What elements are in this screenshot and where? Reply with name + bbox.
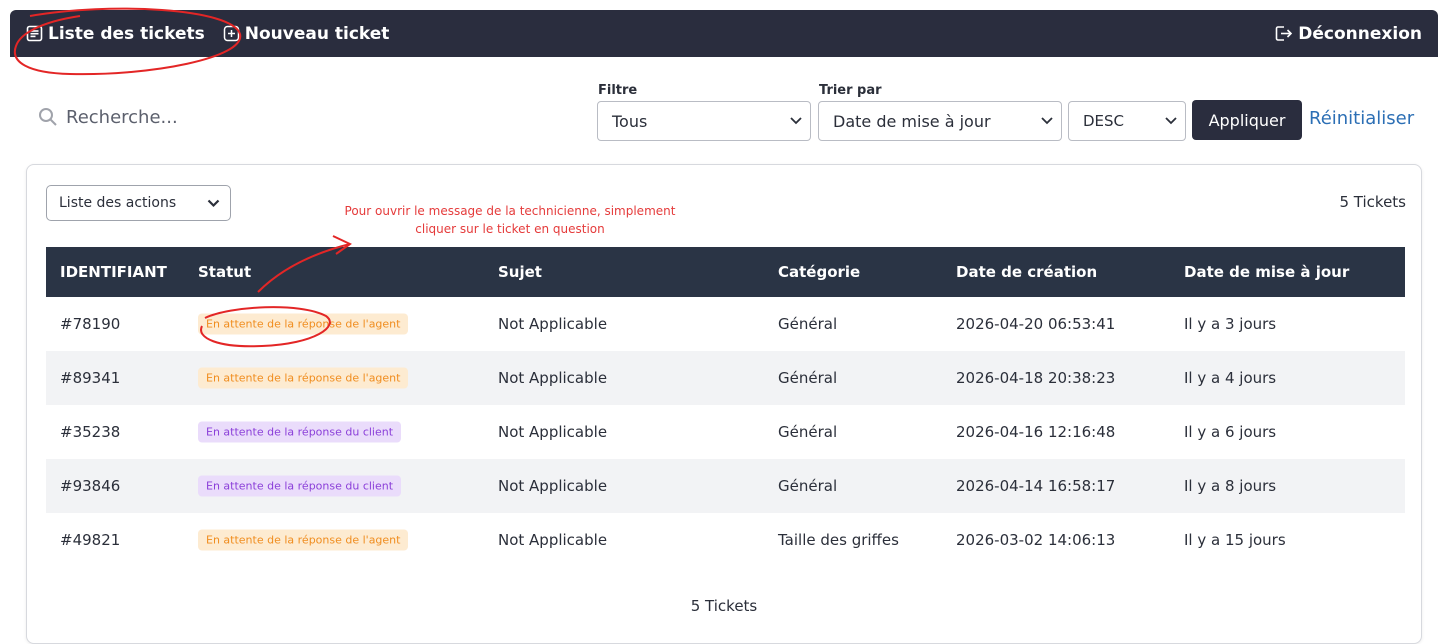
annotation-text: Pour ouvrir le message de la technicienn… [310, 202, 710, 238]
ticket-category: Général [778, 423, 838, 441]
table-row[interactable]: #89341 En attente de la réponse de l'age… [46, 351, 1405, 405]
annotation-line-1: Pour ouvrir le message de la technicienn… [344, 204, 676, 218]
ticket-updated: Il y a 6 jours [1184, 423, 1277, 441]
table-row[interactable]: #35238 En attente de la réponse du clien… [46, 405, 1405, 459]
ticket-category: Général [778, 477, 838, 495]
ticket-updated: Il y a 15 jours [1184, 531, 1286, 549]
reset-link[interactable]: Réinitialiser [1309, 108, 1414, 129]
search-input[interactable] [66, 106, 426, 128]
sort-select[interactable]: Date de mise à jour [818, 101, 1062, 141]
order-select-value: DESC [1083, 112, 1125, 130]
ticket-subject: Not Applicable [498, 369, 608, 387]
logout-label: Déconnexion [1298, 23, 1422, 44]
ticket-count-bottom: 5 Tickets [690, 597, 758, 615]
apply-button[interactable]: Appliquer [1192, 100, 1302, 140]
chevron-down-icon [207, 199, 220, 207]
top-nav-bar: Liste des tickets Nouveau ticket Déconne… [10, 10, 1438, 57]
ticket-category: Taille des griffes [778, 531, 899, 549]
ticket-count-top: 5 Tickets [1339, 193, 1406, 211]
filter-select-value: Tous [612, 111, 648, 131]
actions-select[interactable]: Liste des actions [46, 185, 231, 221]
ticket-updated: Il y a 8 jours [1184, 477, 1277, 495]
sort-label: Trier par [819, 83, 882, 98]
table-row[interactable]: #93846 En attente de la réponse du clien… [46, 459, 1405, 513]
logout-button[interactable]: Déconnexion [1275, 24, 1422, 44]
ticket-created: 2026-04-14 16:58:17 [956, 477, 1116, 495]
status-badge: En attente de la réponse de l'agent [198, 313, 409, 335]
chevron-down-icon [1041, 117, 1053, 125]
ticket-subject: Not Applicable [498, 477, 608, 495]
search-box [38, 100, 438, 134]
col-header-updated: Date de mise à jour [1184, 263, 1350, 281]
status-badge: En attente de la réponse de l'agent [198, 529, 409, 551]
plus-square-icon [223, 25, 239, 42]
nav-new-ticket-label: Nouveau ticket [244, 23, 390, 44]
nav-tickets-list[interactable]: Liste des tickets [26, 24, 205, 44]
search-icon [39, 108, 57, 126]
nav-tickets-list-label: Liste des tickets [48, 23, 205, 44]
filter-select[interactable]: Tous [597, 101, 811, 141]
col-header-subject: Sujet [498, 263, 542, 281]
chevron-down-icon [790, 117, 802, 125]
ticket-created: 2026-04-18 20:38:23 [956, 369, 1116, 387]
ticket-subject: Not Applicable [498, 531, 608, 549]
col-header-created: Date de création [956, 263, 1098, 281]
col-header-category: Catégorie [778, 263, 861, 281]
actions-select-label: Liste des actions [59, 195, 177, 211]
ticket-id: #89341 [60, 369, 121, 387]
col-header-status: Statut [198, 263, 252, 281]
ticket-subject: Not Applicable [498, 423, 608, 441]
ticket-category: Général [778, 369, 838, 387]
filter-label: Filtre [598, 83, 638, 98]
list-icon [26, 25, 43, 42]
table-row[interactable]: #49821 En attente de la réponse de l'age… [46, 513, 1405, 567]
order-select[interactable]: DESC [1068, 101, 1186, 141]
status-badge: En attente de la réponse du client [198, 475, 402, 497]
ticket-created: 2026-03-02 14:06:13 [956, 531, 1116, 549]
logout-icon [1275, 26, 1293, 41]
col-header-id: IDENTIFIANT [60, 263, 167, 281]
ticket-updated: Il y a 3 jours [1184, 315, 1277, 333]
ticket-updated: Il y a 4 jours [1184, 369, 1277, 387]
chevron-down-icon [1165, 117, 1177, 125]
table-header: IDENTIFIANT Statut Sujet Catégorie Date … [46, 247, 1405, 297]
table-row[interactable]: #78190 En attente de la réponse de l'age… [46, 297, 1405, 351]
ticket-created: 2026-04-20 06:53:41 [956, 315, 1116, 333]
ticket-created: 2026-04-16 12:16:48 [956, 423, 1116, 441]
annotation-line-2: cliquer sur le ticket en question [415, 222, 605, 236]
ticket-subject: Not Applicable [498, 315, 608, 333]
ticket-id: #93846 [60, 477, 121, 495]
status-badge: En attente de la réponse de l'agent [198, 367, 409, 389]
status-badge: En attente de la réponse du client [198, 421, 402, 443]
sort-select-value: Date de mise à jour [833, 111, 991, 131]
ticket-id: #78190 [60, 315, 121, 333]
ticket-id: #49821 [60, 531, 121, 549]
ticket-category: Général [778, 315, 838, 333]
nav-new-ticket[interactable]: Nouveau ticket [223, 23, 390, 44]
ticket-id: #35238 [60, 423, 121, 441]
